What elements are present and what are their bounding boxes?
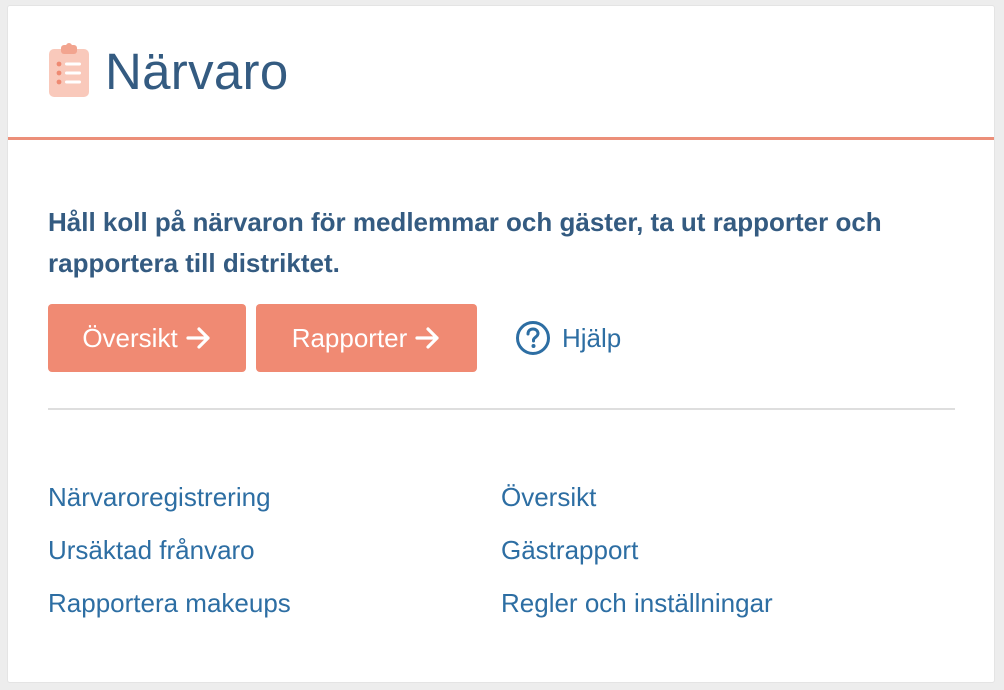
help-link-label: Hjälp (562, 322, 622, 353)
link-attendance-registration[interactable]: Närvaroregistrering (48, 471, 501, 524)
clipboard-list-icon (47, 42, 91, 99)
question-circle-icon (515, 320, 551, 356)
arrow-right-icon (415, 327, 441, 349)
link-excused-absence[interactable]: Ursäktad frånvaro (48, 524, 501, 577)
link-overview[interactable]: Översikt (501, 471, 954, 524)
reports-button[interactable]: Rapporter (256, 304, 477, 372)
arrow-right-icon (186, 327, 212, 349)
action-bar: Översikt Rapporter Hjälp (48, 304, 954, 372)
card-body: Håll koll på närvaron för medlemmar och … (8, 140, 994, 630)
links-left-column: Närvaroregistrering Ursäktad frånvaro Ra… (48, 471, 501, 630)
links-right-column: Översikt Gästrapport Regler och inställn… (501, 471, 954, 630)
description-text: Håll koll på närvaron för medlemmar och … (48, 207, 882, 278)
card-header: Närvaro (8, 6, 994, 140)
overview-button-label: Översikt (82, 322, 178, 353)
link-guest-report[interactable]: Gästrapport (501, 524, 954, 577)
quick-links: Närvaroregistrering Ursäktad frånvaro Ra… (48, 471, 954, 630)
reports-button-label: Rapporter (291, 322, 408, 353)
page-title: Närvaro (105, 43, 289, 100)
link-rules-settings[interactable]: Regler och inställningar (501, 577, 954, 630)
overview-button[interactable]: Översikt (48, 304, 246, 372)
help-link[interactable]: Hjälp (515, 320, 621, 356)
attendance-card: Närvaro Håll koll på närvaron för medlem… (8, 6, 994, 682)
divider (48, 408, 955, 410)
link-report-makeups[interactable]: Rapportera makeups (48, 577, 501, 630)
